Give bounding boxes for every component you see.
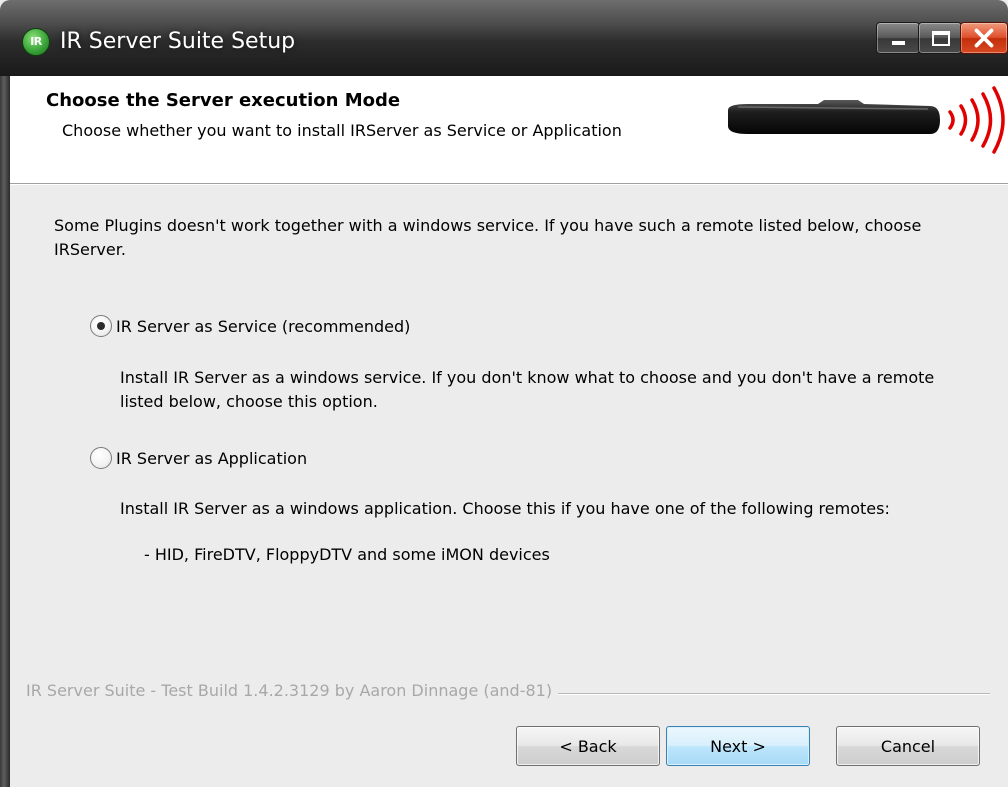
radio-application-label[interactable]: IR Server as Application — [116, 449, 307, 468]
title-bar[interactable]: IR IR Server Suite Setup — [0, 0, 1008, 76]
radio-application-option[interactable]: IR Server as Application — [90, 445, 307, 471]
window-title: IR Server Suite Setup — [60, 29, 296, 54]
radio-application[interactable] — [90, 447, 112, 469]
close-button[interactable] — [960, 22, 1008, 54]
radio-service-label[interactable]: IR Server as Service (recommended) — [116, 317, 410, 336]
cancel-button[interactable]: Cancel — [836, 726, 980, 766]
radio-service-option[interactable]: IR Server as Service (recommended) — [90, 313, 410, 339]
close-icon — [974, 28, 994, 48]
ir-remote-header-image — [728, 86, 1005, 154]
application-description: Install IR Server as a windows applicati… — [120, 499, 890, 518]
header-panel: Choose the Server execution Mode Choose … — [10, 76, 1008, 184]
supported-remotes-list-item: - HID, FireDTV, FloppyDTV and some iMON … — [144, 545, 550, 564]
minimize-button[interactable] — [876, 22, 920, 54]
branding-text: IR Server Suite - Test Build 1.4.2.3129 … — [26, 681, 559, 700]
setup-window: IR IR Server Suite Setup Choose the Serv… — [0, 0, 1008, 787]
intro-text: Some Plugins doesn't work together with … — [54, 216, 922, 259]
ir-server-app-icon[interactable]: IR — [22, 28, 50, 56]
next-button[interactable]: Next > — [666, 726, 810, 766]
service-description: Install IR Server as a windows service. … — [120, 368, 935, 411]
header-divider — [10, 184, 1008, 185]
page-title: Choose the Server execution Mode — [46, 90, 401, 111]
maximize-button[interactable] — [918, 22, 962, 54]
maximize-icon — [932, 31, 950, 46]
radio-service[interactable] — [90, 315, 112, 337]
back-button[interactable]: < Back — [516, 726, 660, 766]
page-subtitle: Choose whether you want to install IRSer… — [62, 121, 622, 140]
minimize-icon — [892, 41, 905, 45]
window-left-border — [0, 76, 10, 787]
